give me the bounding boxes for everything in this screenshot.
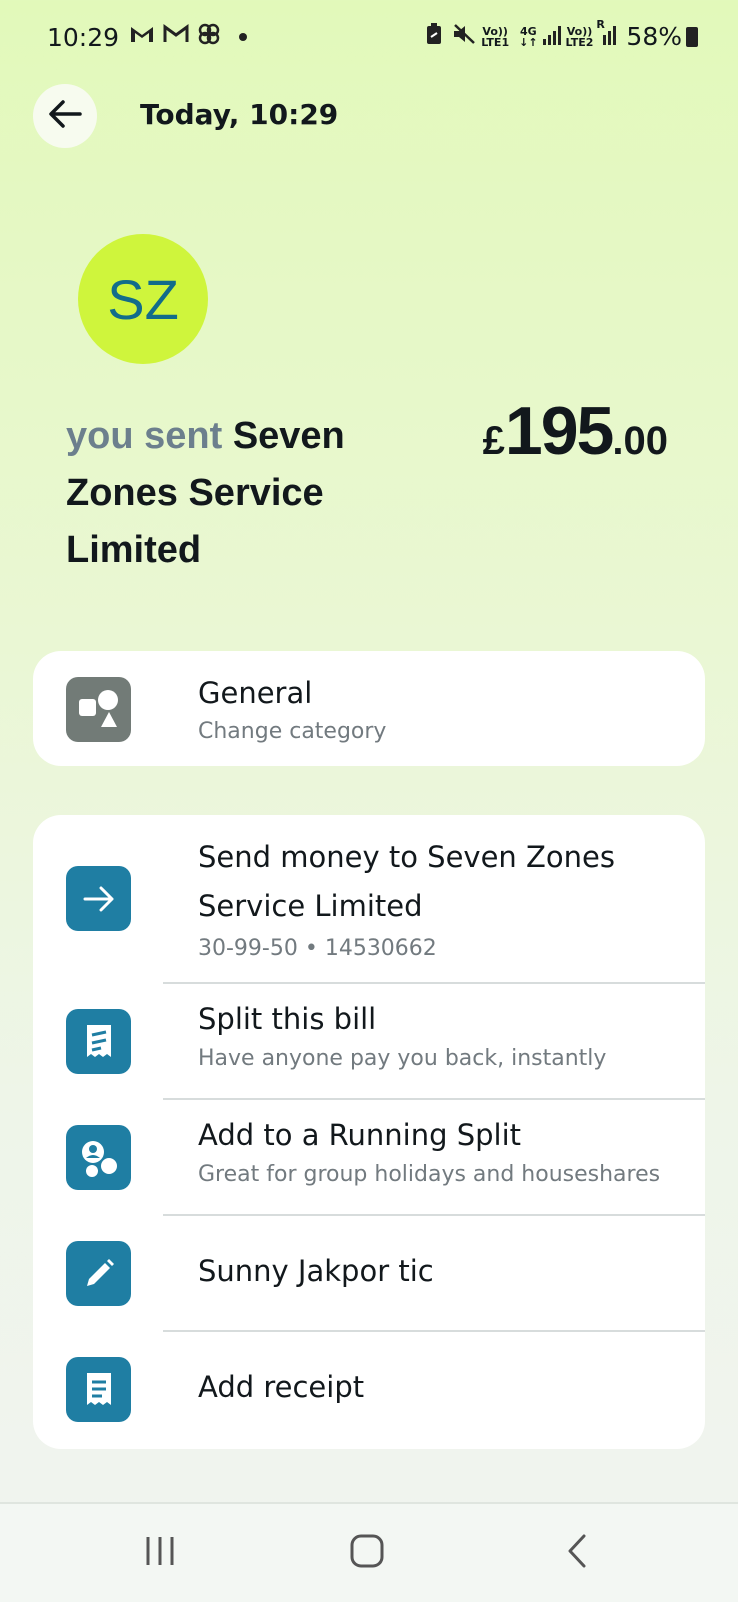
note-title: Sunny Jakpor tic (198, 1254, 434, 1288)
shapes-icon (66, 677, 131, 742)
nav-back-button[interactable] (517, 1504, 637, 1602)
category-subtitle: Change category (198, 719, 387, 744)
payee-description: you sent Seven Zones Service Limited (66, 408, 426, 579)
gmail-icon (129, 24, 155, 50)
mute-icon (452, 22, 476, 51)
receipt-icon (66, 1357, 131, 1422)
fan-icon (197, 22, 221, 52)
signal-icon (542, 22, 561, 51)
battery-icon (686, 26, 698, 47)
navigation-bar (0, 1502, 738, 1602)
page-title: Today, 10:29 (140, 98, 339, 131)
actions-card: Send money to Seven Zones Service Limite… (33, 815, 705, 1449)
send-money-row[interactable]: Send money to Seven Zones Service Limite… (33, 815, 705, 983)
running-split-row[interactable]: Add to a Running Split Great for group h… (33, 1100, 705, 1215)
4g-icon: 4G ↓↑ (519, 24, 538, 49)
category-card[interactable]: General Change category (33, 651, 705, 766)
payee-prefix: you sent (66, 415, 223, 457)
running-split-title: Add to a Running Split (198, 1118, 522, 1152)
send-money-title: Send money to Seven Zones Service Limite… (198, 840, 615, 923)
transaction-amount: £ 195 .00 (483, 392, 668, 470)
home-icon (349, 1533, 385, 1573)
amount-major: 195 (504, 393, 614, 469)
recents-icon (143, 1535, 177, 1571)
battery-saver-icon (426, 22, 442, 51)
amount-minor: .00 (612, 419, 668, 463)
volte-lte2-icon: Vo)) LTE2 (565, 24, 594, 49)
running-split-subtitle: Great for group holidays and houseshares (198, 1162, 661, 1187)
home-button[interactable] (307, 1504, 427, 1602)
split-bill-subtitle: Have anyone pay you back, instantly (198, 1046, 607, 1071)
back-button[interactable] (33, 84, 97, 148)
dot-icon (239, 33, 248, 41)
recents-button[interactable] (100, 1504, 220, 1602)
split-bill-title: Split this bill (198, 1002, 377, 1036)
send-money-account: 30-99-50 • 14530662 (198, 936, 437, 961)
amount-currency: £ (482, 419, 505, 463)
status-bar: 10:29 Vo)) LTE1 4G ↓↑ Vo)) LTE2 R 58% (0, 0, 738, 80)
arrow-left-icon (48, 99, 82, 133)
signal-roaming-icon: R (596, 18, 617, 51)
split-bill-row[interactable]: Split this bill Have anyone pay you back… (33, 984, 705, 1099)
group-icon (66, 1125, 131, 1190)
add-receipt-title: Add receipt (198, 1370, 365, 1404)
arrow-right-icon (66, 866, 131, 931)
gmail-outline-icon (163, 24, 189, 50)
payee-avatar: SZ (78, 234, 208, 364)
add-receipt-row[interactable]: Add receipt (33, 1332, 705, 1447)
pencil-icon (66, 1241, 131, 1306)
split-bill-icon (66, 1009, 131, 1074)
note-row[interactable]: Sunny Jakpor tic (33, 1216, 705, 1331)
category-title: General (198, 676, 313, 710)
volte-lte1-icon: Vo)) LTE1 (481, 24, 510, 49)
status-time: 10:29 (47, 22, 120, 52)
battery-percent: 58% (626, 22, 682, 51)
back-icon (566, 1533, 588, 1573)
avatar-initials: SZ (107, 267, 179, 331)
